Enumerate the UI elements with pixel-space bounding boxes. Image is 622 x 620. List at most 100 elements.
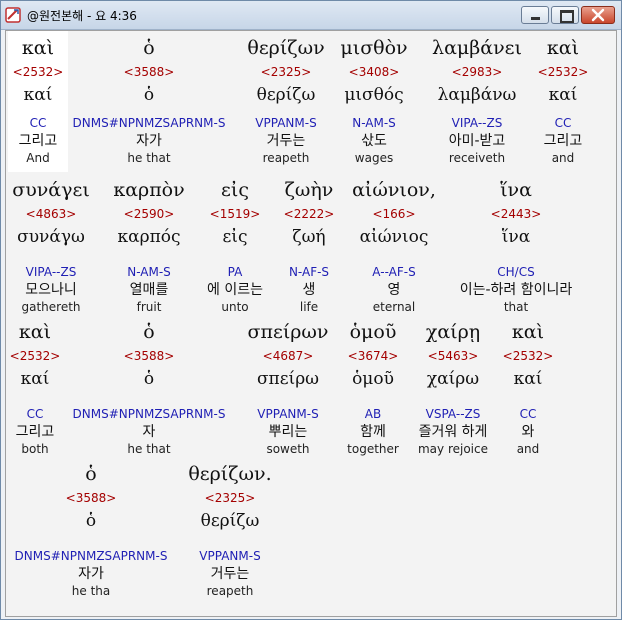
word-block[interactable]: καὶ <2532> καί CC 그리고 both [8, 315, 62, 456]
morphology-code[interactable]: N-AF-S [278, 264, 340, 280]
word-block[interactable]: αἰώνιον, <166> αἰώνιος A--AF-S 영 eternal [340, 173, 448, 314]
english-gloss: may rejoice [417, 442, 488, 456]
lemma: θερίζω [200, 511, 260, 531]
word-block[interactable]: καρπὸν <2590> καρπός N-AM-S 열매를 fruit [106, 173, 192, 314]
strong-number[interactable]: <2443> [450, 207, 582, 221]
strong-number[interactable]: <3588> [64, 65, 234, 79]
strong-number[interactable]: <2590> [106, 207, 192, 221]
strong-number[interactable]: <2325> [184, 491, 276, 505]
word-block[interactable]: ὁ <3588> ὁ DNMS#NPNMZSAPRNM-S 자가 he that [64, 31, 234, 165]
morphology-code[interactable]: A--AF-S [340, 264, 448, 280]
strong-number[interactable]: <2532> [500, 349, 556, 363]
english-gloss: eternal [372, 300, 416, 314]
morphology-code[interactable]: CC [536, 115, 590, 131]
interlinear-panel[interactable]: καὶ <2532> καί CC 그리고 And ὁ <3588> ὁ DNM… [5, 30, 617, 617]
morphology-code[interactable]: AB [340, 406, 406, 422]
word-block[interactable]: καὶ <2532> καί CC 와 and [500, 315, 556, 456]
word-block[interactable]: καὶ <2532> καί CC 그리고 And [8, 31, 68, 165]
lemma: καί [20, 369, 50, 389]
strong-number[interactable]: <1519> [196, 207, 274, 221]
strong-number[interactable]: <4687> [240, 349, 336, 363]
morphology-code[interactable]: VPPANM-S [236, 115, 336, 131]
morphology-code[interactable]: VPPANM-S [184, 548, 276, 564]
strong-number[interactable]: <166> [340, 207, 448, 221]
korean-gloss: 영 [387, 282, 401, 298]
korean-gloss: 삯도 [361, 133, 387, 149]
strong-number[interactable]: <2222> [278, 207, 340, 221]
greek-word: ἵνα [500, 179, 532, 201]
greek-word: μισθὸν [340, 37, 408, 59]
korean-gloss: 뿌리는 [268, 424, 308, 440]
lemma: ἵνα [501, 227, 531, 247]
word-block[interactable]: λαμβάνει <2983> λαμβάνω VIPA--ZS 아미-받고 r… [422, 31, 532, 165]
morphology-code[interactable]: PA [196, 264, 274, 280]
strong-number[interactable]: <5463> [408, 349, 498, 363]
morphology-code[interactable]: CC [8, 406, 62, 422]
strong-number[interactable]: <4863> [8, 207, 94, 221]
word-block[interactable]: ὁ <3588> ὁ DNMS#NPNMZSAPRNM-S 자가 he tha [8, 457, 174, 598]
strong-number[interactable]: <2532> [8, 349, 62, 363]
greek-word: ὁ [143, 321, 155, 343]
english-gloss: and [516, 442, 540, 456]
strong-number[interactable]: <2325> [236, 65, 336, 79]
greek-word: ὁ [85, 463, 97, 485]
word-block[interactable]: καὶ <2532> καί CC 그리고 and [536, 31, 590, 165]
morphology-code[interactable]: N-AM-S [336, 115, 412, 131]
morphology-code[interactable]: DNMS#NPNMZSAPRNM-S [8, 548, 174, 564]
greek-word: καὶ [546, 37, 580, 59]
morphology-code[interactable]: VSPA--ZS [408, 406, 498, 422]
strong-number[interactable]: <3588> [8, 491, 174, 505]
korean-gloss: 이는-하려 함이니라 [459, 282, 573, 298]
lemma: μισθός [344, 85, 404, 105]
greek-word: καρπὸν [113, 179, 185, 201]
greek-word: εἰς [221, 179, 249, 201]
greek-word: καὶ [18, 321, 52, 343]
word-block[interactable]: μισθὸν <3408> μισθός N-AM-S 삯도 wages [336, 31, 412, 165]
strong-number[interactable]: <3674> [340, 349, 406, 363]
lemma: αἰώνιος [359, 227, 429, 247]
word-block[interactable]: εἰς <1519> εἰς PA 에 이르는 unto [196, 173, 274, 314]
morphology-code[interactable]: VPPANM-S [240, 406, 336, 422]
word-block[interactable]: σπείρων <4687> σπείρω VPPANM-S 뿌리는 sowet… [240, 315, 336, 456]
morphology-code[interactable]: N-AM-S [106, 264, 192, 280]
word-block[interactable]: ὁμοῦ <3674> ὁμοῦ AB 함께 together [340, 315, 406, 456]
english-gloss: gathereth [21, 300, 81, 314]
strong-number[interactable]: <3588> [64, 349, 234, 363]
word-block[interactable]: θερίζων <2325> θερίζω VPPANM-S 거두는 reape… [236, 31, 336, 165]
word-block[interactable]: θερίζων. <2325> θερίζω VPPANM-S 거두는 reap… [184, 457, 276, 598]
korean-gloss: 와 [521, 424, 535, 440]
word-block[interactable]: ὁ <3588> ὁ DNMS#NPNMZSAPRNM-S 자 he that [64, 315, 234, 456]
minimize-button[interactable] [521, 6, 549, 24]
word-block[interactable]: χαίρῃ <5463> χαίρω VSPA--ZS 즐거워 하게 may r… [408, 315, 498, 456]
morphology-code[interactable]: CC [8, 115, 68, 131]
korean-gloss: 모으나니 [25, 282, 77, 298]
strong-number[interactable]: <2532> [536, 65, 590, 79]
title-bar[interactable]: @원전본해 - 요 4:36 [1, 1, 621, 30]
english-gloss: both [21, 442, 49, 456]
greek-word: χαίρῃ [425, 321, 481, 343]
korean-gloss: 자 [142, 424, 156, 440]
english-gloss: fruit [136, 300, 162, 314]
strong-number[interactable]: <3408> [336, 65, 412, 79]
greek-word: λαμβάνει [432, 37, 522, 59]
morphology-code[interactable]: DNMS#NPNMZSAPRNM-S [64, 406, 234, 422]
greek-word: καὶ [21, 37, 55, 59]
korean-gloss: 열매를 [129, 282, 169, 298]
morphology-code[interactable]: DNMS#NPNMZSAPRNM-S [64, 115, 234, 131]
morphology-code[interactable]: VIPA--ZS [422, 115, 532, 131]
maximize-button[interactable] [551, 6, 579, 24]
morphology-code[interactable]: CH/CS [450, 264, 582, 280]
word-block[interactable]: ἵνα <2443> ἵνα CH/CS 이는-하려 함이니라 that [450, 173, 582, 314]
lemma: ὁμοῦ [352, 369, 394, 389]
korean-gloss: 그리고 [543, 133, 583, 149]
greek-word: καὶ [511, 321, 545, 343]
strong-number[interactable]: <2983> [422, 65, 532, 79]
word-block[interactable]: συνάγει <4863> συνάγω VIPA--ZS 모으나니 gath… [8, 173, 94, 314]
english-gloss: he that [127, 442, 171, 456]
word-block[interactable]: ζωὴν <2222> ζωή N-AF-S 생 life [278, 173, 340, 314]
close-icon [591, 8, 605, 22]
morphology-code[interactable]: VIPA--ZS [8, 264, 94, 280]
close-button[interactable] [581, 6, 615, 24]
strong-number[interactable]: <2532> [8, 65, 68, 79]
morphology-code[interactable]: CC [500, 406, 556, 422]
